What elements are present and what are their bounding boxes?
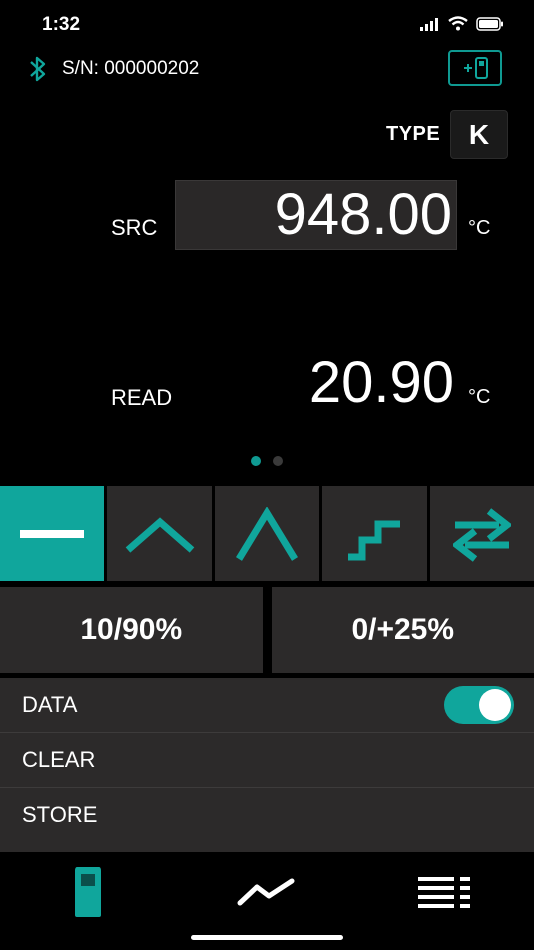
flat-line-icon (20, 529, 85, 538)
source-value: 948.00 (274, 182, 452, 247)
signal-icon (420, 17, 438, 31)
swap-arrows-icon (452, 507, 511, 562)
peak-ramp-icon (236, 506, 299, 561)
waveform-selector (0, 486, 534, 581)
tab-device[interactable] (48, 862, 128, 922)
list-item-clear[interactable]: CLEAR (0, 733, 534, 788)
thermocouple-type-button[interactable]: K (450, 110, 508, 159)
waveform-step-button[interactable] (322, 486, 427, 581)
status-icons (420, 16, 504, 31)
waveform-flat-button[interactable] (0, 486, 105, 581)
preset-row: 10/90% 0/+25% (0, 587, 534, 673)
store-label: STORE (22, 802, 98, 827)
home-indicator[interactable] (191, 935, 343, 940)
page-dot-1[interactable] (251, 456, 261, 466)
triangle-ramp-icon (125, 516, 194, 553)
serial-number: S/N: 000000202 (62, 58, 200, 79)
toggle-knob (479, 689, 511, 721)
page-indicator[interactable] (0, 456, 534, 466)
read-value: 20.90 (308, 350, 454, 415)
read-label: READ (111, 385, 173, 410)
list-item-data[interactable]: DATA (0, 678, 534, 733)
type-label: TYPE (386, 123, 441, 145)
page-dot-2[interactable] (273, 456, 283, 466)
tab-trend[interactable] (226, 862, 306, 922)
device-icon (75, 867, 101, 917)
waveform-swap-button[interactable] (429, 486, 534, 581)
data-label: DATA (22, 692, 78, 717)
trend-chart-icon (237, 878, 295, 906)
status-time: 1:32 (42, 14, 81, 35)
add-device-icon (464, 57, 488, 79)
wifi-icon (448, 16, 468, 31)
battery-icon (476, 16, 503, 31)
waveform-triangle-button[interactable] (107, 486, 212, 581)
staircase-step-icon (348, 520, 401, 560)
add-device-button[interactable] (448, 50, 502, 86)
source-value-field[interactable]: 948.00 (175, 180, 457, 250)
clear-label: CLEAR (22, 747, 96, 772)
tab-menu[interactable] (404, 862, 484, 922)
source-label: SRC (111, 215, 158, 240)
preset-10-90-button[interactable]: 10/90% (0, 587, 263, 673)
data-toggle[interactable] (444, 686, 514, 724)
waveform-peak-button[interactable] (214, 486, 320, 581)
bluetooth-icon (30, 56, 46, 82)
preset-0-25-button[interactable]: 0/+25% (271, 587, 534, 673)
data-options-list: DATA CLEAR STORE (0, 678, 534, 852)
list-item-store[interactable]: STORE (0, 788, 534, 842)
source-unit: °C (468, 217, 491, 239)
menu-list-icon (418, 877, 470, 908)
read-unit: °C (468, 386, 491, 408)
